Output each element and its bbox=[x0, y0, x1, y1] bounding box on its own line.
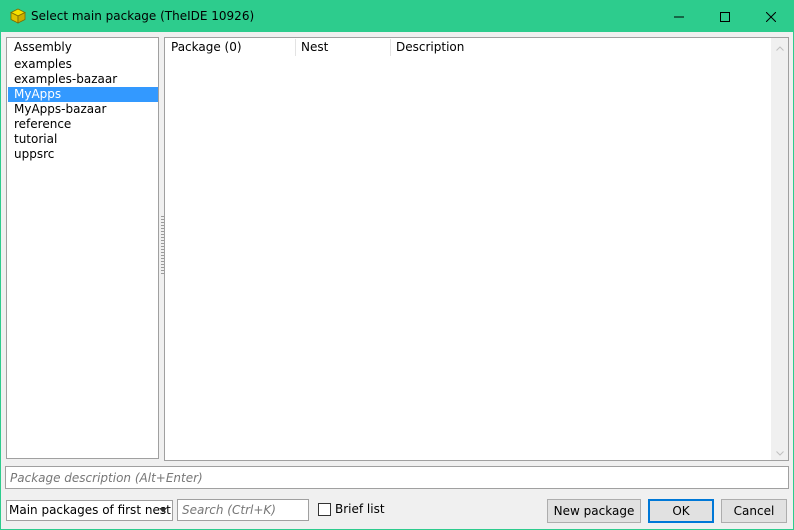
ok-button[interactable]: OK bbox=[648, 499, 714, 523]
assembly-header: Assembly bbox=[14, 40, 72, 54]
cancel-button[interactable]: Cancel bbox=[721, 499, 787, 523]
assembly-item[interactable]: MyApps bbox=[8, 87, 158, 102]
new-package-button[interactable]: New package bbox=[547, 499, 641, 523]
column-header-description[interactable]: Description bbox=[390, 38, 770, 57]
minimize-button[interactable] bbox=[656, 1, 702, 32]
assembly-item[interactable]: MyApps-bazaar bbox=[8, 102, 158, 117]
close-icon bbox=[766, 11, 776, 22]
nest-filter-value: Main packages of first nest bbox=[9, 503, 171, 517]
maximize-button[interactable] bbox=[702, 1, 748, 32]
assembly-item[interactable]: examples-bazaar bbox=[8, 72, 158, 87]
package-table-scrollbar[interactable] bbox=[771, 38, 788, 460]
assembly-list-panel[interactable]: Assembly examples examples-bazaar MyApps My… bbox=[6, 37, 159, 459]
package-table[interactable]: Package (0) Nest Description bbox=[164, 37, 789, 461]
close-button[interactable] bbox=[748, 1, 794, 32]
column-header-nest[interactable]: Nest bbox=[295, 38, 390, 57]
brief-list-label[interactable]: Brief list bbox=[335, 502, 385, 516]
chevron-up-icon bbox=[775, 40, 784, 54]
search-field[interactable] bbox=[177, 499, 309, 521]
maximize-icon bbox=[720, 11, 730, 22]
search-input[interactable] bbox=[178, 500, 308, 520]
assembly-list[interactable]: examples examples-bazaar MyApps MyApps-baza… bbox=[8, 57, 158, 162]
nest-filter-dropdown[interactable]: Main packages of first nest bbox=[6, 500, 173, 521]
yellow-package-icon bbox=[10, 8, 26, 24]
column-header-package[interactable]: Package (0) bbox=[165, 38, 295, 57]
chevron-down-icon bbox=[775, 445, 784, 459]
scroll-down-button[interactable] bbox=[771, 443, 788, 460]
assembly-item[interactable]: reference bbox=[8, 117, 158, 132]
brief-list-checkbox[interactable] bbox=[318, 503, 331, 516]
assembly-item[interactable]: tutorial bbox=[8, 132, 158, 147]
minimize-icon bbox=[674, 12, 684, 22]
package-description-field[interactable] bbox=[5, 466, 789, 489]
title-bar[interactable]: Select main package (TheIDE 10926) bbox=[1, 1, 793, 32]
assembly-item[interactable]: uppsrc bbox=[8, 147, 158, 162]
assembly-item[interactable]: examples bbox=[8, 57, 158, 72]
package-description-input[interactable] bbox=[6, 467, 788, 488]
scroll-up-button[interactable] bbox=[771, 38, 788, 55]
dropdown-arrow-icon bbox=[154, 502, 171, 519]
select-main-package-dialog: Select main package (TheIDE 10926) Assem… bbox=[0, 0, 794, 530]
window-title: Select main package (TheIDE 10926) bbox=[31, 9, 255, 23]
